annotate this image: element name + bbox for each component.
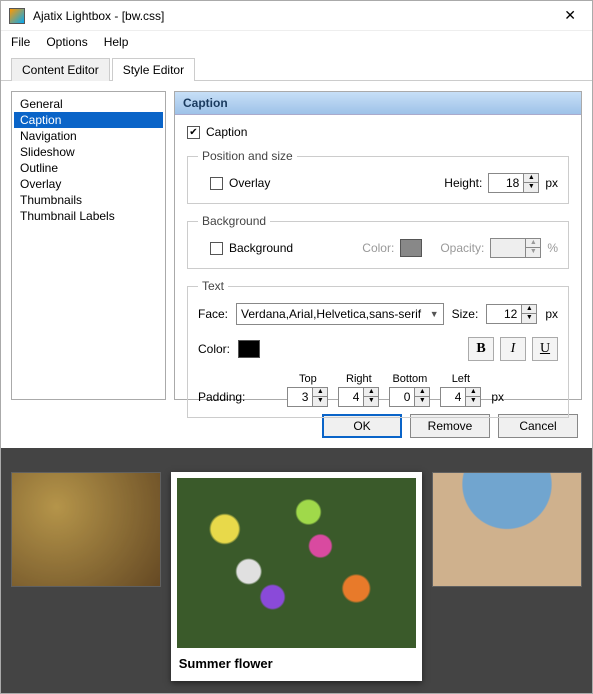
caption-checkbox[interactable]: ✔ bbox=[187, 126, 200, 139]
text-group: Text Face: Verdana,Arial,Helvetica,sans-… bbox=[187, 279, 569, 418]
pad-bottom-stepper[interactable]: ▲▼ bbox=[389, 387, 430, 407]
height-label: Height: bbox=[444, 176, 482, 190]
menubar: File Options Help bbox=[1, 31, 592, 55]
cat-thumbnails[interactable]: Thumbnails bbox=[14, 192, 163, 208]
bg-opacity-label: Opacity: bbox=[440, 241, 484, 255]
bg-opacity-stepper: ▲▼ bbox=[490, 238, 541, 258]
menu-file[interactable]: File bbox=[11, 35, 30, 49]
tabs: Content Editor Style Editor bbox=[1, 57, 592, 81]
height-input[interactable] bbox=[488, 173, 524, 193]
background-group: Background Background Color: Opacity: bbox=[187, 214, 569, 269]
bg-opacity-input bbox=[490, 238, 526, 258]
size-input[interactable] bbox=[486, 304, 522, 324]
pad-right-input[interactable] bbox=[338, 387, 364, 407]
tab-content-editor[interactable]: Content Editor bbox=[11, 58, 110, 81]
face-label: Face: bbox=[198, 307, 228, 321]
size-up[interactable]: ▲ bbox=[522, 305, 536, 314]
bg-opacity-unit: % bbox=[547, 241, 558, 255]
background-legend: Background bbox=[198, 214, 270, 228]
overlay-checkbox[interactable] bbox=[210, 177, 223, 190]
face-select[interactable]: Verdana,Arial,Helvetica,sans-serif ▼ bbox=[236, 303, 444, 325]
menu-help[interactable]: Help bbox=[104, 35, 129, 49]
size-label: Size: bbox=[452, 307, 479, 321]
pad-top-label: Top bbox=[299, 373, 317, 385]
cat-caption[interactable]: Caption bbox=[14, 112, 163, 128]
pad-right-label: Right bbox=[346, 373, 372, 385]
pane-title: Caption bbox=[175, 92, 581, 115]
cat-outline[interactable]: Outline bbox=[14, 160, 163, 176]
caption-checkbox-label: Caption bbox=[206, 125, 247, 139]
pad-top-input[interactable] bbox=[287, 387, 313, 407]
menu-options[interactable]: Options bbox=[46, 35, 87, 49]
size-unit: px bbox=[545, 307, 558, 321]
tab-style-editor[interactable]: Style Editor bbox=[112, 58, 195, 81]
italic-button[interactable]: I bbox=[500, 337, 526, 361]
size-stepper[interactable]: ▲▼ bbox=[486, 304, 537, 324]
pad-top-stepper[interactable]: ▲▼ bbox=[287, 387, 328, 407]
pad-bottom-label: Bottom bbox=[392, 373, 427, 385]
cat-overlay[interactable]: Overlay bbox=[14, 176, 163, 192]
preview-card: Summer flower bbox=[171, 472, 423, 681]
position-size-legend: Position and size bbox=[198, 149, 297, 163]
underline-button[interactable]: U bbox=[532, 337, 558, 361]
pad-left-label: Left bbox=[452, 373, 470, 385]
preview-thumb-prev[interactable] bbox=[11, 472, 161, 587]
overlay-label: Overlay bbox=[229, 176, 270, 190]
cat-thumbnail-labels[interactable]: Thumbnail Labels bbox=[14, 208, 163, 224]
chevron-down-icon: ▼ bbox=[430, 309, 439, 319]
pad-unit: px bbox=[491, 390, 504, 407]
preview-thumb-next[interactable] bbox=[432, 472, 582, 587]
pad-right-stepper[interactable]: ▲▼ bbox=[338, 387, 379, 407]
height-down[interactable]: ▼ bbox=[524, 183, 538, 192]
preview-image bbox=[177, 478, 417, 648]
text-legend: Text bbox=[198, 279, 228, 293]
height-up[interactable]: ▲ bbox=[524, 174, 538, 183]
window-title: Ajatix Lightbox - [bw.css] bbox=[33, 9, 556, 23]
cat-navigation[interactable]: Navigation bbox=[14, 128, 163, 144]
titlebar: Ajatix Lightbox - [bw.css] ✕ bbox=[1, 1, 592, 31]
settings-pane: Caption ✔ Caption Position and size Over… bbox=[174, 91, 582, 400]
pad-left-input[interactable] bbox=[440, 387, 466, 407]
preview-caption: Summer flower bbox=[177, 648, 417, 675]
bg-color-label: Color: bbox=[362, 241, 394, 255]
position-size-group: Position and size Overlay Height: ▲▼ px bbox=[187, 149, 569, 204]
padding-label: Padding: bbox=[198, 390, 245, 407]
cat-slideshow[interactable]: Slideshow bbox=[14, 144, 163, 160]
height-unit: px bbox=[545, 176, 558, 190]
bg-color-swatch bbox=[400, 239, 422, 257]
face-value: Verdana,Arial,Helvetica,sans-serif bbox=[241, 307, 421, 321]
text-color-label: Color: bbox=[198, 342, 230, 356]
background-label: Background bbox=[229, 241, 293, 255]
pad-bottom-input[interactable] bbox=[389, 387, 415, 407]
category-list: General Caption Navigation Slideshow Out… bbox=[11, 91, 166, 400]
size-down[interactable]: ▼ bbox=[522, 314, 536, 323]
bold-button[interactable]: B bbox=[468, 337, 494, 361]
text-color-swatch[interactable] bbox=[238, 340, 260, 358]
height-stepper[interactable]: ▲▼ bbox=[488, 173, 539, 193]
cat-general[interactable]: General bbox=[14, 96, 163, 112]
close-button[interactable]: ✕ bbox=[556, 7, 584, 24]
app-icon bbox=[9, 8, 25, 24]
background-checkbox[interactable] bbox=[210, 242, 223, 255]
preview-area: Summer flower bbox=[1, 448, 592, 693]
pad-left-stepper[interactable]: ▲▼ bbox=[440, 387, 481, 407]
